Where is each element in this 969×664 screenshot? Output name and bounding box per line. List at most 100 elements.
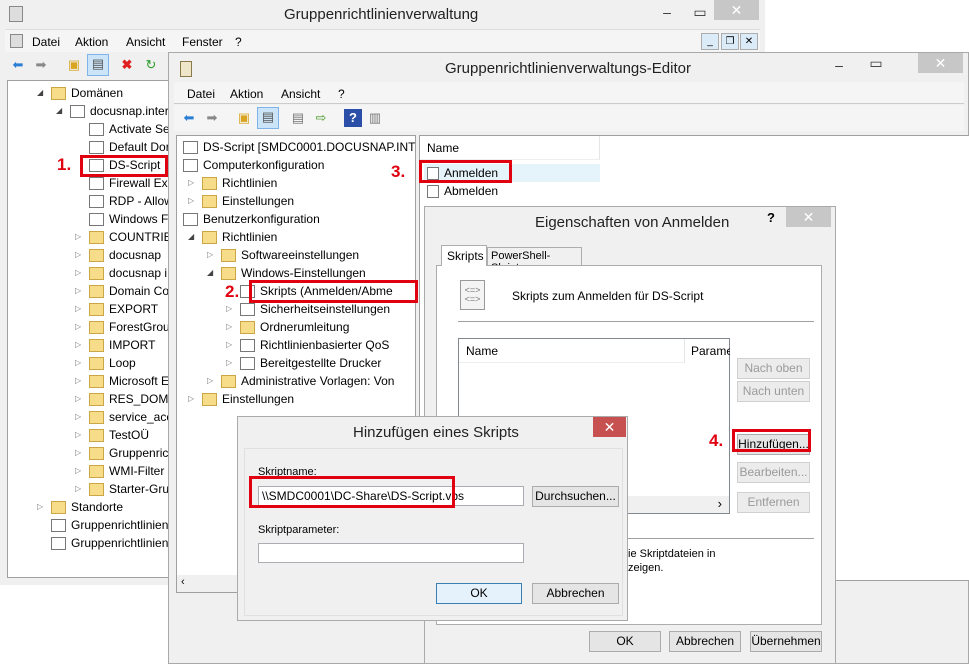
collapsed-arrow-icon[interactable]: ▷	[75, 426, 81, 444]
expanded-arrow-icon[interactable]: ◢	[188, 228, 194, 246]
tree-item[interactable]: ▷ WMI-Filter	[8, 462, 169, 480]
tree-item[interactable]: ▷ Administrative Vorlagen: Von	[177, 372, 415, 390]
tree-item[interactable]: ▷ EXPORT	[8, 300, 169, 318]
show-tree-icon[interactable]: ▤	[87, 54, 109, 76]
tree-item[interactable]: RDP - Allow	[8, 192, 169, 210]
collapsed-arrow-icon[interactable]: ▷	[226, 318, 232, 336]
back-icon[interactable]: ⬅	[180, 109, 198, 127]
collapsed-arrow-icon[interactable]: ▷	[188, 390, 194, 408]
tree-item[interactable]: ▷ RES_DOM	[8, 390, 169, 408]
collapsed-arrow-icon[interactable]: ▷	[226, 354, 232, 372]
remove-button[interactable]: Entfernen	[737, 492, 810, 513]
tree-item[interactable]: Gruppenrichtlinien	[8, 534, 169, 552]
editor-menu-datei[interactable]: Datei	[187, 87, 215, 101]
editor-close-button[interactable]: ✕	[918, 53, 963, 73]
delete-icon[interactable]: ✖	[118, 56, 136, 74]
tree-item[interactable]: DS-Script [SMDC0001.DOCUSNAP.INTER	[177, 138, 415, 156]
edit-button[interactable]: Bearbeiten...	[737, 462, 810, 483]
editor-menu-ansicht[interactable]: Ansicht	[281, 87, 320, 101]
help-icon[interactable]: ?	[344, 109, 362, 127]
tab-powershell-skripts[interactable]: PowerShell-Skripts	[487, 247, 582, 274]
mdi-restore-button[interactable]: ❐	[721, 33, 739, 50]
collapsed-arrow-icon[interactable]: ▷	[75, 390, 81, 408]
tree-item[interactable]: ▷ Microsoft E	[8, 372, 169, 390]
collapsed-arrow-icon[interactable]: ▷	[188, 192, 194, 210]
mdi-close-button[interactable]: ✕	[740, 33, 758, 50]
help-button[interactable]: ?	[767, 210, 775, 225]
expanded-arrow-icon[interactable]: ◢	[56, 102, 62, 120]
tree-item[interactable]: ▷ Einstellungen	[177, 192, 415, 210]
tree-item[interactable]: Windows Fi	[8, 210, 169, 228]
collapsed-arrow-icon[interactable]: ▷	[75, 282, 81, 300]
show-tree-icon[interactable]: ▤	[257, 107, 279, 129]
collapsed-arrow-icon[interactable]: ▷	[75, 372, 81, 390]
menu-ansicht[interactable]: Ansicht	[126, 35, 165, 49]
tree-item[interactable]: ▷ docusnap	[8, 246, 169, 264]
collapsed-arrow-icon[interactable]: ▷	[75, 480, 81, 498]
tree-item[interactable]: ▷ Bereitgestellte Drucker	[177, 354, 415, 372]
add-script-ok-button[interactable]: OK	[436, 583, 522, 604]
tree-item[interactable]: ▷ Loop	[8, 354, 169, 372]
cancel-button[interactable]: Abbrechen	[669, 631, 741, 652]
collapsed-arrow-icon[interactable]: ▷	[75, 444, 81, 462]
tree-item[interactable]: ◢Computerkonfiguration	[177, 156, 415, 174]
script-param-input[interactable]	[258, 543, 524, 563]
properties-close-button[interactable]: ✕	[786, 207, 831, 227]
properties-icon[interactable]: ▤	[289, 109, 307, 127]
collapsed-arrow-icon[interactable]: ▷	[75, 228, 81, 246]
browse-button[interactable]: Durchsuchen...	[532, 486, 619, 507]
close-button[interactable]: ✕	[714, 0, 759, 20]
tree-item[interactable]: ▷ Richtlinien	[177, 174, 415, 192]
tree-item[interactable]: ▷ ForestGroup	[8, 318, 169, 336]
tree-item[interactable]: ▷ Domain Co	[8, 282, 169, 300]
menu-datei[interactable]: Datei	[32, 35, 60, 49]
tree-item[interactable]: ◢Benutzerkonfiguration	[177, 210, 415, 228]
forward-icon[interactable]: ➡	[203, 109, 221, 127]
tree-item[interactable]: ▷ Starter-Grup	[8, 480, 169, 498]
collapsed-arrow-icon[interactable]: ▷	[207, 372, 213, 390]
tree-item[interactable]: Gruppenrichtlinien	[8, 516, 169, 534]
collapsed-arrow-icon[interactable]: ▷	[226, 300, 232, 318]
column-name[interactable]: Name	[459, 339, 685, 363]
tree-item[interactable]: ▷ service_acc	[8, 408, 169, 426]
collapsed-arrow-icon[interactable]: ▷	[75, 462, 81, 480]
export-list-icon[interactable]: ⇨	[312, 109, 330, 127]
menu-aktion[interactable]: Aktion	[75, 35, 108, 49]
show-action-pane-icon[interactable]: ▥	[366, 109, 384, 127]
collapsed-arrow-icon[interactable]: ▷	[207, 246, 213, 264]
collapsed-arrow-icon[interactable]: ▷	[75, 336, 81, 354]
mdi-minimize-button[interactable]: _	[701, 33, 719, 50]
editor-menu-aktion[interactable]: Aktion	[230, 87, 263, 101]
tree-item[interactable]: ▷ TestOÜ	[8, 426, 169, 444]
tree-item[interactable]: Default Dor	[8, 138, 169, 156]
ok-button[interactable]: OK	[589, 631, 661, 652]
collapsed-arrow-icon[interactable]: ▷	[75, 318, 81, 336]
scroll-left-icon[interactable]: ‹	[181, 576, 185, 588]
tree-item[interactable]: ▷ docusnap i	[8, 264, 169, 282]
collapsed-arrow-icon[interactable]: ▷	[37, 498, 43, 516]
move-down-button[interactable]: Nach unten	[737, 381, 810, 402]
add-script-cancel-button[interactable]: Abbrechen	[532, 583, 619, 604]
tree-item[interactable]: Activate Se	[8, 120, 169, 138]
back-icon[interactable]: ⬅	[9, 56, 27, 74]
tree-item[interactable]: ▷ Ordnerumleitung	[177, 318, 415, 336]
tree-item[interactable]: ◢ docusnap.inter	[8, 102, 169, 120]
collapsed-arrow-icon[interactable]: ▷	[75, 408, 81, 426]
tree-item[interactable]: ◢ Domänen	[8, 84, 169, 102]
collapsed-arrow-icon[interactable]: ▷	[75, 264, 81, 282]
collapsed-arrow-icon[interactable]: ▷	[226, 336, 232, 354]
collapsed-arrow-icon[interactable]: ▷	[75, 246, 81, 264]
up-folder-icon[interactable]: ▣	[235, 109, 253, 127]
tree-item[interactable]: ▷ Einstellungen	[177, 390, 415, 408]
expanded-arrow-icon[interactable]: ◢	[37, 84, 43, 102]
tree-item[interactable]: ▷ Richtlinienbasierter QoS	[177, 336, 415, 354]
menu-help[interactable]: ?	[235, 35, 242, 49]
menu-fenster[interactable]: Fenster	[182, 35, 223, 49]
collapsed-arrow-icon[interactable]: ▷	[75, 300, 81, 318]
tree-item[interactable]: ◢ Richtlinien	[177, 228, 415, 246]
apply-button[interactable]: Übernehmen	[750, 631, 822, 652]
list-item-abmelden[interactable]: Abmelden	[424, 182, 600, 200]
add-script-close-button[interactable]: ✕	[593, 417, 626, 437]
forward-icon[interactable]: ➡	[32, 56, 50, 74]
tree-item[interactable]: ▷ COUNTRIES	[8, 228, 169, 246]
